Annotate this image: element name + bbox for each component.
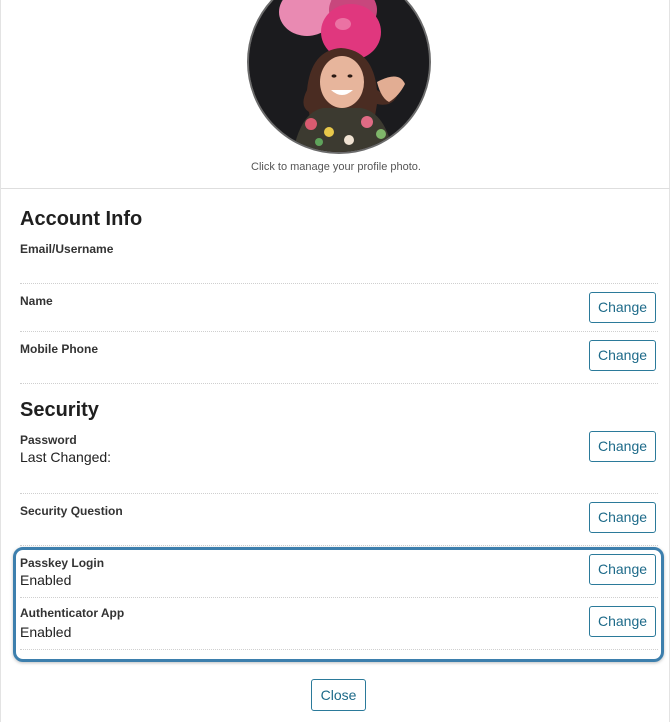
password-label: Password: [20, 433, 77, 447]
authenticator-app-label: Authenticator App: [20, 606, 125, 620]
change-mobile-phone-button[interactable]: Change: [589, 340, 656, 371]
change-passkey-button[interactable]: Change: [589, 554, 656, 585]
security-title: Security: [20, 399, 99, 421]
row-divider: [20, 597, 658, 598]
close-button[interactable]: Close: [311, 679, 366, 711]
profile-photo[interactable]: [247, 0, 431, 154]
row-divider: [20, 383, 658, 384]
row-divider: [20, 331, 658, 332]
passkey-login-status: Enabled: [20, 572, 72, 588]
row-divider: [20, 649, 658, 650]
row-divider: [20, 493, 658, 494]
email-username-label: Email/Username: [20, 242, 114, 256]
name-label: Name: [20, 294, 53, 308]
security-question-label: Security Question: [20, 504, 123, 518]
change-name-button[interactable]: Change: [589, 292, 656, 323]
profile-photo-image[interactable]: [247, 0, 431, 154]
password-last-changed: Last Changed:: [20, 449, 112, 465]
profile-photo-caption[interactable]: Click to manage your profile photo.: [1, 161, 670, 173]
row-divider: [20, 283, 658, 284]
highlight-box: [13, 547, 664, 662]
authenticator-app-status: Enabled: [20, 624, 72, 640]
passkey-login-label: Passkey Login: [20, 556, 105, 570]
change-password-button[interactable]: Change: [589, 431, 656, 462]
mobile-phone-label: Mobile Phone: [20, 342, 98, 356]
divider: [1, 188, 670, 189]
change-security-question-button[interactable]: Change: [589, 502, 656, 533]
change-authenticator-button[interactable]: Change: [589, 606, 656, 637]
profile-photo-illustration: [249, 0, 429, 152]
account-info-title: Account Info: [20, 208, 143, 230]
account-settings-panel: Click to manage your profile photo. Acco…: [0, 0, 670, 722]
row-divider: [20, 545, 658, 546]
